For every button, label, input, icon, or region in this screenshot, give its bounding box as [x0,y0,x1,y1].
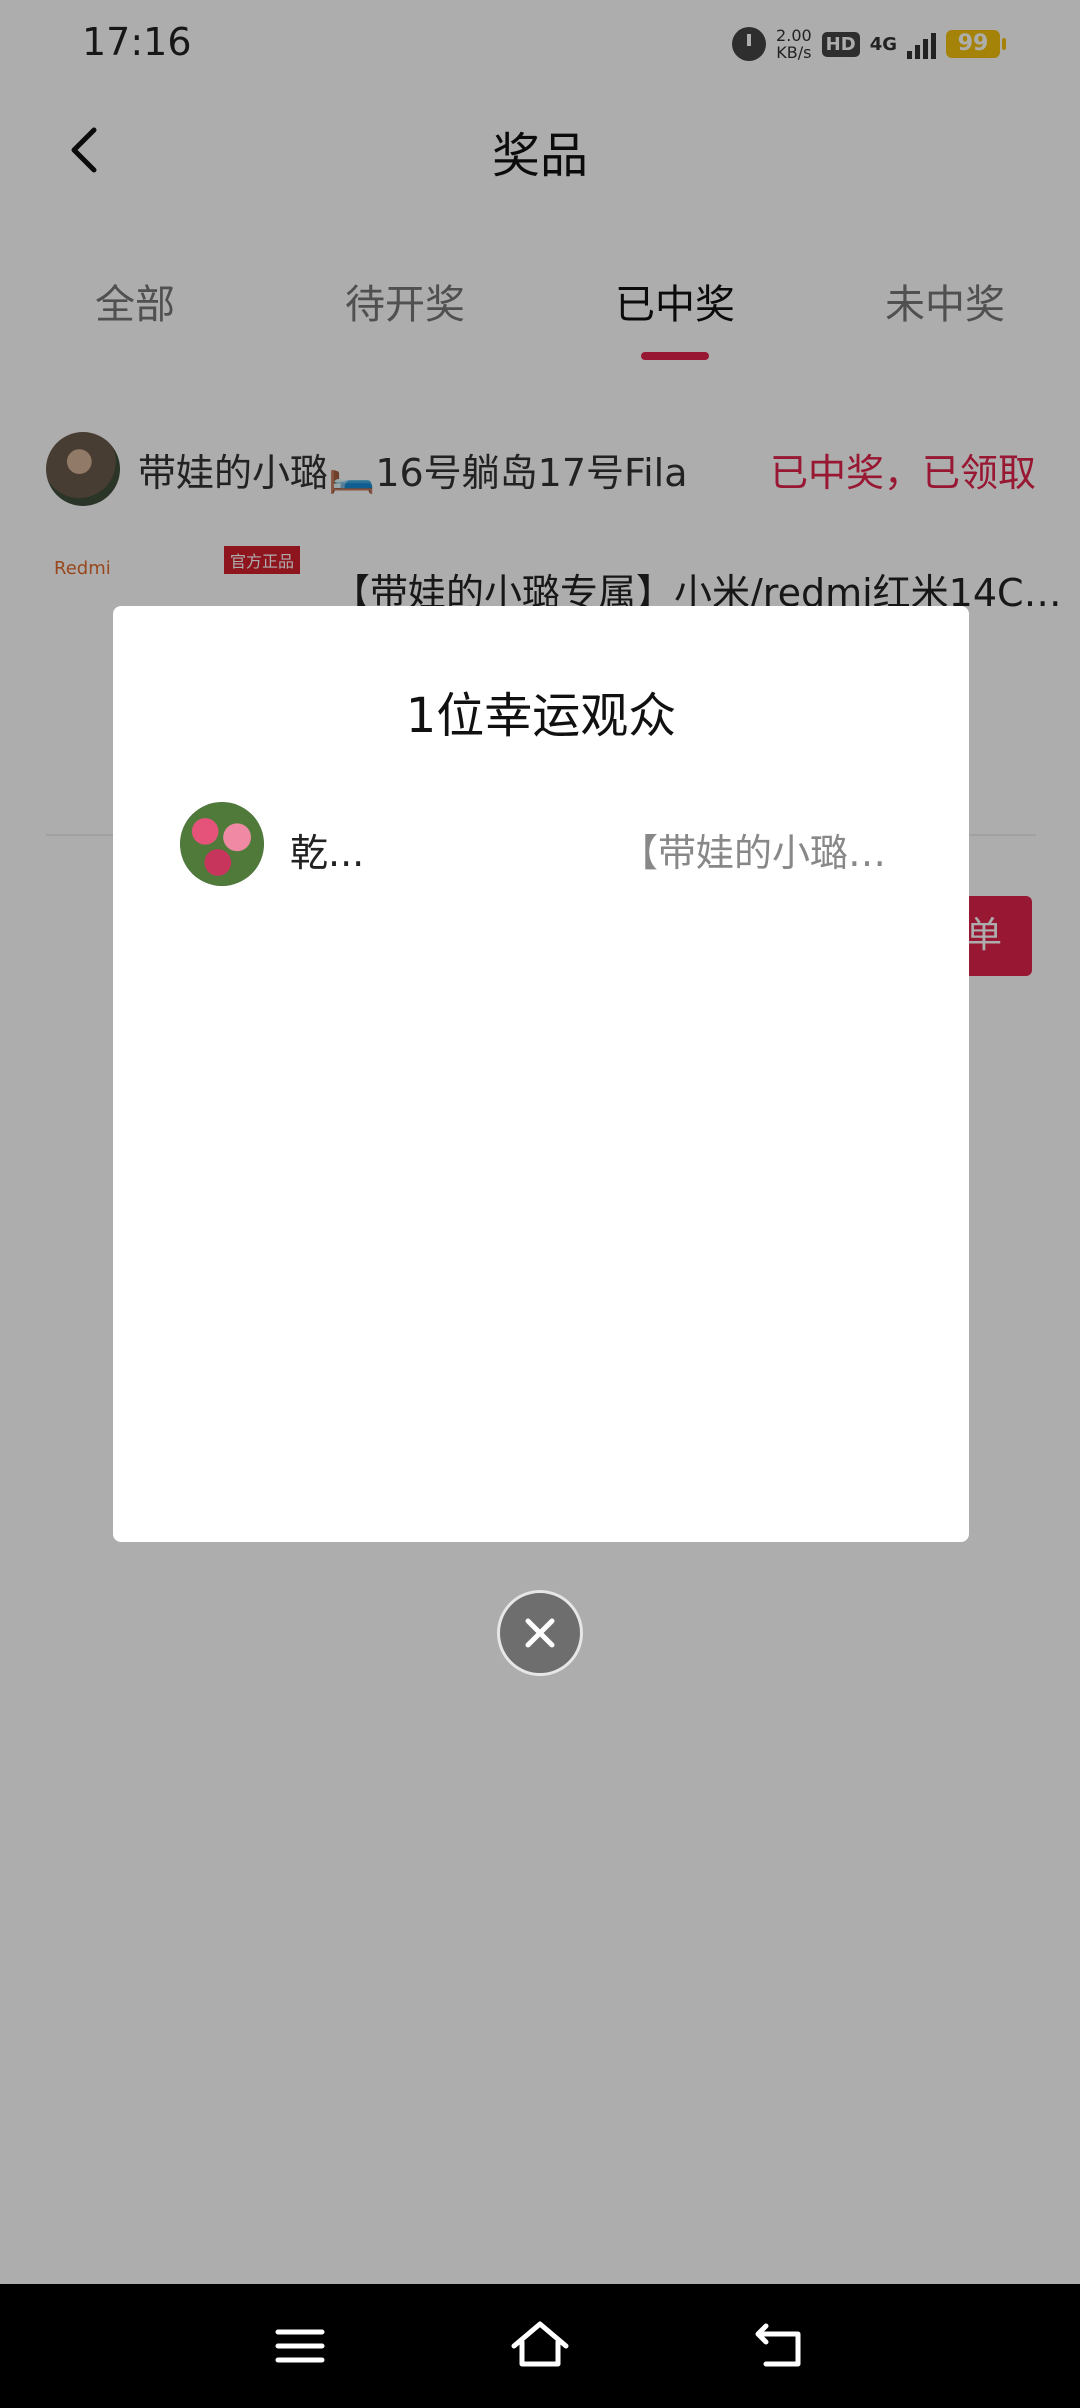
home-icon[interactable] [508,2314,572,2378]
winners-modal: 1位幸运观众 乾... 【带娃的小璐专属】小米/redmi红米14C手机 [113,606,969,1542]
modal-title: 1位幸运观众 [405,688,677,744]
close-icon [525,1618,555,1648]
winner-prize: 【带娃的小璐专属】小米/redmi红米14C手机 [620,831,910,875]
close-button[interactable] [497,1590,583,1676]
back-arrow-icon[interactable] [748,2314,812,2378]
avatar [180,802,264,886]
list-item[interactable]: 乾... 【带娃的小璐专属】小米/redmi红米14C手机 [180,802,910,888]
system-nav-bar [0,2284,1080,2408]
winner-name: 乾... [290,831,365,875]
prizes-page: 17:16 2.00 KB/s HD 4G 99 奖品 全部 待开奖 已中奖 未… [0,0,1080,2408]
menu-icon[interactable] [268,2314,332,2378]
